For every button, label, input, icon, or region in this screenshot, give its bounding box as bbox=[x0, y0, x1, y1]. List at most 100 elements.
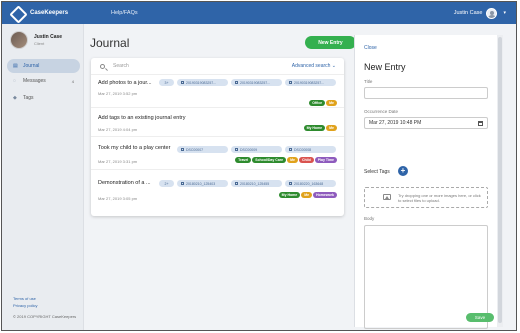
entry-tags: Office Me bbox=[309, 100, 337, 106]
journal-list-card: Advanced search ⌄ Add photos to a jour..… bbox=[91, 58, 344, 216]
profile-role: Client bbox=[34, 41, 45, 46]
profile-name: Justin Case bbox=[34, 34, 63, 40]
attachment-name: 20190319083257... bbox=[240, 80, 271, 85]
calendar-icon[interactable] bbox=[478, 121, 483, 126]
entry-title[interactable]: Add photos to a jour... bbox=[98, 80, 158, 86]
image-icon bbox=[289, 182, 292, 185]
tag-badge[interactable]: School/Day Care bbox=[252, 157, 287, 163]
tag-badge[interactable]: Homework bbox=[313, 192, 337, 198]
tag-badge[interactable]: My Home bbox=[303, 125, 326, 131]
panel-scrollbar[interactable] bbox=[497, 35, 503, 327]
user-avatar-icon bbox=[486, 7, 498, 19]
tag-badge[interactable]: Travel bbox=[235, 157, 252, 163]
sidebar-item-journal[interactable]: ▤ Journal bbox=[7, 59, 80, 73]
tag-badge[interactable]: Office bbox=[309, 100, 326, 106]
journal-entry[interactable]: Demonstration of a ... Mar 27, 2019 3:05… bbox=[91, 170, 344, 206]
entry-date: Mar 27, 2019 3:52 pm bbox=[98, 91, 138, 96]
entry-tags: Travel School/Day Care Me Child Play Tim… bbox=[235, 157, 337, 163]
privacy-policy-link[interactable]: Privacy policy bbox=[13, 303, 37, 308]
attachment-name: 20180210_125403 bbox=[186, 181, 216, 186]
new-entry-button[interactable]: New Entry bbox=[305, 36, 356, 49]
tag-badge[interactable]: Play Time bbox=[314, 157, 337, 163]
attachment-chip[interactable]: 20190319083257... bbox=[285, 79, 336, 86]
image-icon bbox=[235, 148, 238, 151]
panel-title: New Entry bbox=[364, 62, 406, 72]
messages-icon: ◌ bbox=[13, 78, 16, 84]
tag-icon: ◆ bbox=[13, 95, 17, 101]
tag-badge[interactable]: My Home bbox=[278, 192, 301, 198]
top-nav-bar: CaseKeepers Help/FAQs Justin Case ▾ bbox=[2, 2, 516, 24]
brand-logo[interactable]: CaseKeepers bbox=[10, 6, 68, 20]
user-menu[interactable]: Justin Case ▾ bbox=[454, 2, 506, 24]
image-icon bbox=[235, 81, 238, 84]
sidebar: Justin Case Client ▤ Journal ◌ Messages … bbox=[2, 24, 84, 330]
more-attachments-chip[interactable]: 2+ bbox=[159, 180, 174, 187]
attachment-chip[interactable]: 20190319083257... bbox=[177, 79, 228, 86]
app-window: CaseKeepers Help/FAQs Justin Case ▾ Just… bbox=[1, 1, 517, 331]
entry-title[interactable]: Add tags to an existing journal entry bbox=[98, 115, 258, 121]
attachment-name: DSC00007 bbox=[186, 147, 204, 152]
journal-entry[interactable]: Add tags to an existing journal entry Ma… bbox=[91, 108, 344, 137]
sidebar-item-messages[interactable]: ◌ Messages 4 bbox=[7, 74, 80, 88]
search-icon bbox=[100, 63, 105, 69]
select-tags-label: Select Tags bbox=[364, 169, 390, 175]
entry-title[interactable]: Took my child to a play center bbox=[98, 145, 183, 151]
sidebar-item-tags[interactable]: ◆ Tags bbox=[7, 91, 80, 105]
tag-badge[interactable]: Me bbox=[301, 192, 313, 198]
scrollbar-thumb[interactable] bbox=[498, 37, 502, 323]
entry-tags: My Home Me bbox=[303, 125, 337, 131]
sidebar-item-label: Tags bbox=[23, 95, 34, 101]
attachment-name: 20180210_125455 bbox=[240, 181, 270, 186]
advanced-search-toggle[interactable]: Advanced search ⌄ bbox=[292, 63, 336, 69]
image-icon bbox=[181, 81, 184, 84]
occurrence-date-label: Occurrence Date bbox=[364, 109, 399, 114]
tag-badge[interactable]: Child bbox=[298, 157, 314, 163]
tag-badge[interactable]: Me bbox=[287, 157, 298, 163]
attachment-chip[interactable]: DSC00007 bbox=[177, 146, 228, 153]
attachment-chip[interactable]: 20180210_125403 bbox=[177, 180, 228, 187]
attachment-name: 20180220_163648 bbox=[294, 181, 324, 186]
page-title: Journal bbox=[90, 36, 130, 50]
more-attachments-chip[interactable]: 3+ bbox=[159, 79, 174, 86]
image-icon bbox=[181, 148, 184, 151]
terms-of-use-link[interactable]: Terms of use bbox=[13, 296, 36, 301]
entry-date: Mar 27, 2019 3:05 pm bbox=[98, 196, 138, 201]
copyright-text: © 2019 COPYRIGHT CaseKeepers bbox=[13, 314, 77, 319]
messages-count-badge: 4 bbox=[71, 78, 74, 84]
journal-entry[interactable]: Took my child to a play center Mar 27, 2… bbox=[91, 137, 344, 170]
journal-entry[interactable]: Add photos to a jour... Mar 27, 2019 3:5… bbox=[91, 75, 344, 108]
entry-title[interactable]: Demonstration of a ... bbox=[98, 180, 156, 186]
title-input[interactable] bbox=[364, 87, 488, 99]
sidebar-item-label: Journal bbox=[23, 63, 40, 69]
user-name: Justin Case bbox=[453, 10, 483, 16]
attachment-name: DSC00009 bbox=[240, 147, 258, 152]
search-bar: Advanced search ⌄ bbox=[91, 58, 344, 75]
help-faqs-link[interactable]: Help/FAQs bbox=[111, 10, 138, 16]
avatar bbox=[10, 31, 28, 49]
occurrence-date-value: Mar 27, 2019 10:48 PM bbox=[369, 120, 422, 126]
tag-badge[interactable]: Me bbox=[326, 100, 337, 106]
tag-badge[interactable]: Me bbox=[326, 125, 337, 131]
attachment-name: DSC00008 bbox=[294, 147, 312, 152]
image-icon bbox=[181, 182, 184, 185]
attachment-chip[interactable]: DSC00008 bbox=[285, 146, 336, 153]
attachment-chip[interactable]: 20180210_125455 bbox=[231, 180, 282, 187]
body-label: Body bbox=[364, 216, 375, 221]
entry-date: Mar 27, 2019 3:31 pm bbox=[98, 159, 138, 164]
attachment-chip[interactable]: 20180220_163648 bbox=[285, 180, 336, 187]
chevron-down-icon: ▾ bbox=[503, 10, 506, 16]
profile-card: Justin Case Client bbox=[10, 31, 62, 49]
occurrence-date-input[interactable]: Mar 27, 2019 10:48 PM bbox=[364, 117, 488, 129]
attachment-chip[interactable]: DSC00009 bbox=[231, 146, 282, 153]
image-upload-dropzone[interactable]: Try dropping one or more images here, or… bbox=[364, 187, 488, 208]
image-icon bbox=[289, 148, 292, 151]
add-tag-button[interactable]: + bbox=[398, 166, 408, 176]
casekeepers-logo-icon bbox=[10, 6, 24, 20]
image-icon bbox=[235, 182, 238, 185]
attachment-name: 20190319083257... bbox=[186, 80, 217, 85]
search-input[interactable] bbox=[113, 63, 273, 69]
close-panel-link[interactable]: Close bbox=[364, 45, 377, 51]
save-button[interactable]: Save bbox=[466, 313, 494, 322]
attachment-name: 20190319083257... bbox=[294, 80, 325, 85]
attachment-chip[interactable]: 20190319083257... bbox=[231, 79, 282, 86]
